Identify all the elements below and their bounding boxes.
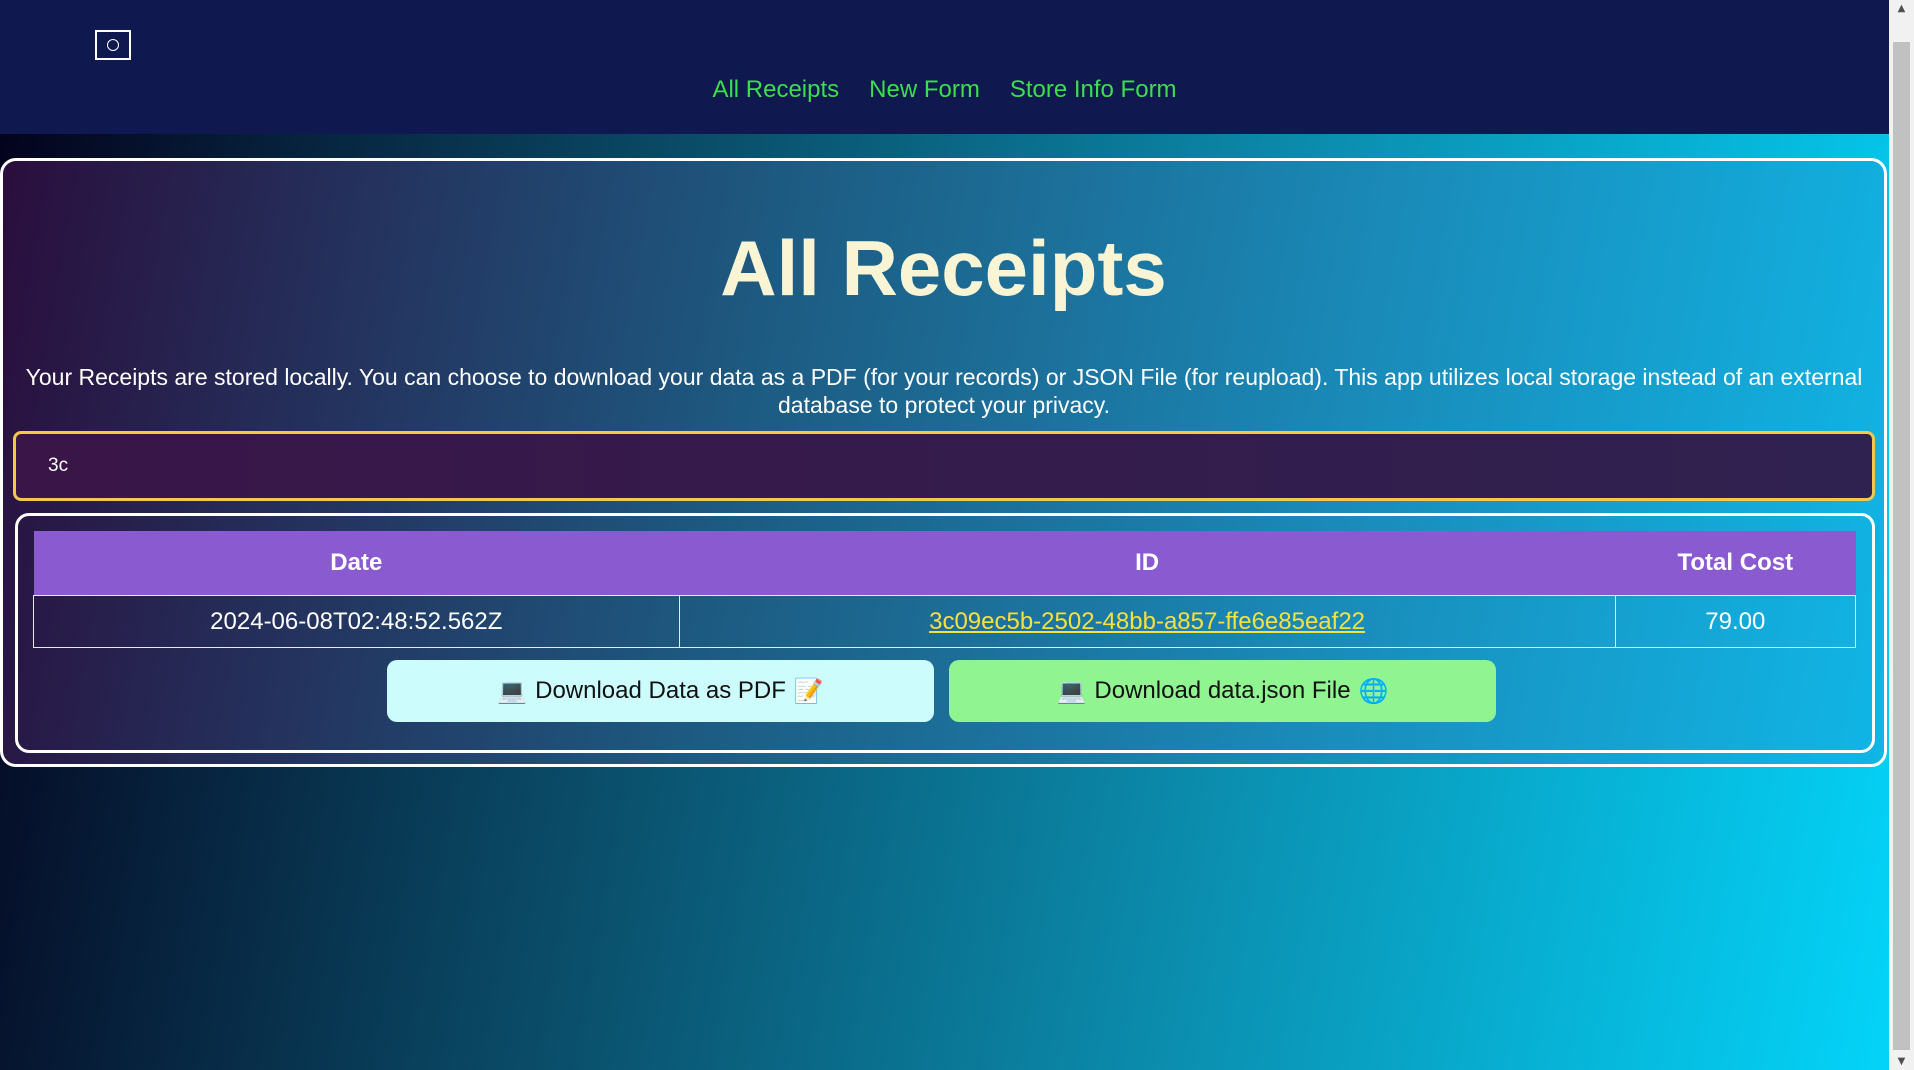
vertical-scrollbar[interactable]: ▲ ▼ (1889, 0, 1914, 1070)
top-header: All Receipts New Form Store Info Form (0, 0, 1889, 134)
column-header-id[interactable]: ID (679, 531, 1616, 596)
table-header-row: Date ID Total Cost (33, 531, 1856, 596)
scroll-down-arrow-icon[interactable]: ▼ (1889, 1053, 1914, 1070)
download-json-label: Download data.json File (1094, 677, 1351, 704)
laptop-icon: 💻 (497, 677, 528, 705)
cell-id: 3c09ec5b-2502-48bb-a857-ffe6e85eaf22 (678, 595, 1616, 648)
cell-total-cost: 79.00 (1614, 595, 1857, 648)
receipts-card: All Receipts Your Receipts are stored lo… (0, 158, 1887, 767)
main-nav: All Receipts New Form Store Info Form (0, 76, 1889, 104)
nav-store-info-form[interactable]: Store Info Form (1010, 76, 1177, 104)
cell-date: 2024-06-08T02:48:52.562Z (33, 595, 680, 648)
receipts-table: Date ID Total Cost 2024-06-08T02:48:52.5… (33, 531, 1857, 648)
nav-new-form[interactable]: New Form (869, 76, 980, 104)
receipt-id-link[interactable]: 3c09ec5b-2502-48bb-a857-ffe6e85eaf22 (929, 608, 1365, 635)
viewport: All Receipts New Form Store Info Form Al… (0, 0, 1889, 1070)
intro-text: Your Receipts are stored locally. You ca… (25, 364, 1863, 418)
table-panel: Date ID Total Cost 2024-06-08T02:48:52.5… (15, 513, 1875, 753)
camera-icon[interactable] (95, 30, 131, 60)
column-header-total-cost[interactable]: Total Cost (1615, 531, 1856, 596)
download-pdf-button[interactable]: 💻 Download Data as PDF 📝 (387, 660, 934, 722)
scrollbar-thumb[interactable] (1893, 42, 1910, 1050)
download-pdf-label: Download Data as PDF (535, 677, 786, 704)
search-input[interactable] (13, 431, 1875, 501)
nav-all-receipts[interactable]: All Receipts (712, 76, 839, 104)
download-json-button[interactable]: 💻 Download data.json File 🌐 (949, 660, 1496, 722)
globe-icon: 🌐 (1358, 677, 1389, 705)
table-row: 2024-06-08T02:48:52.562Z 3c09ec5b-2502-4… (33, 595, 1857, 648)
page-title: All Receipts (720, 224, 1167, 312)
memo-icon: 📝 (793, 677, 824, 705)
camera-lens (107, 39, 119, 51)
column-header-date[interactable]: Date (33, 531, 680, 596)
scroll-up-arrow-icon[interactable]: ▲ (1889, 0, 1914, 17)
laptop-icon: 💻 (1056, 677, 1087, 705)
